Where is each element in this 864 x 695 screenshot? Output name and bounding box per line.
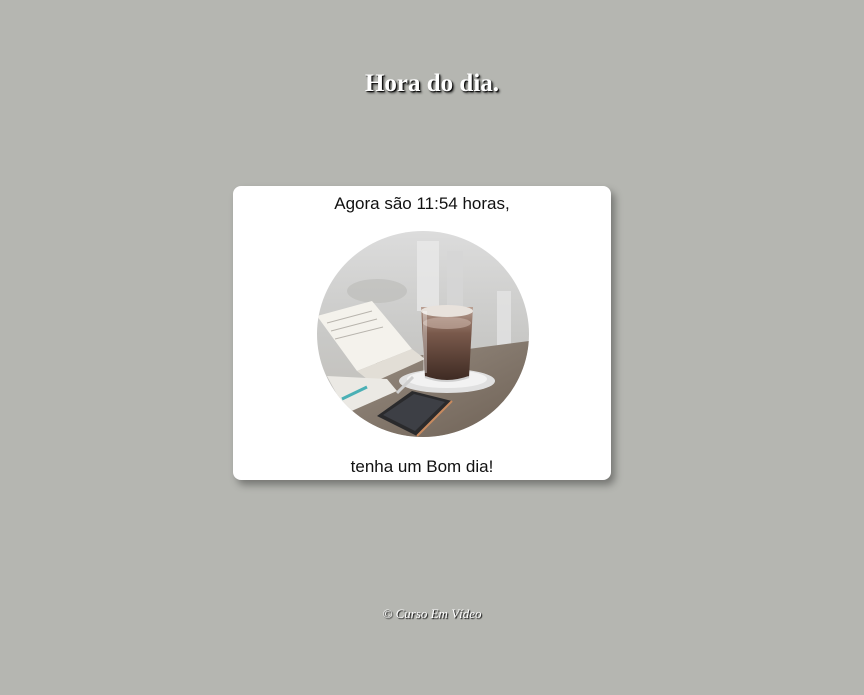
morning-photo <box>317 231 529 437</box>
footer-copyright: © Curso Em Vídeo <box>382 606 482 621</box>
page-title: Hora do dia. <box>364 70 500 97</box>
time-message: Agora são 11:54 horas, <box>334 194 510 213</box>
coffee-photo-icon <box>317 231 529 437</box>
greeting-card: Agora são 11:54 horas, tenha um Bom dia! <box>233 186 611 480</box>
greeting-message: tenha um Bom dia! <box>350 457 494 476</box>
